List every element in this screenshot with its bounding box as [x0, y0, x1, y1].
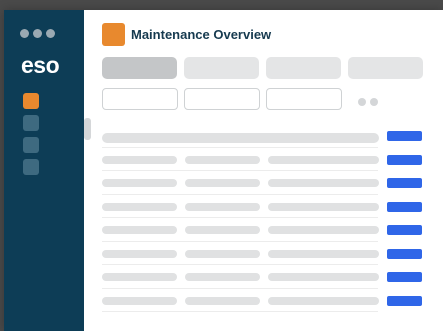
sidebar-item-4[interactable]	[23, 159, 39, 175]
table-cell-placeholder	[102, 296, 177, 305]
table-row[interactable]	[102, 218, 422, 242]
table-cell-placeholder	[268, 202, 379, 211]
window-controls	[20, 29, 55, 38]
maintenance-table	[102, 124, 422, 312]
table-header-placeholder	[102, 133, 379, 143]
row-action-button[interactable]	[387, 272, 422, 282]
row-action-button[interactable]	[387, 154, 422, 165]
filter-field-3[interactable]	[266, 88, 342, 110]
table-cell-placeholder	[185, 179, 260, 187]
row-action-button[interactable]	[387, 225, 422, 235]
table-row[interactable]	[102, 289, 422, 313]
table-cell-placeholder	[102, 155, 177, 164]
table-cell-placeholder	[185, 249, 260, 258]
row-action-button[interactable]	[387, 295, 422, 306]
table-row[interactable]	[102, 265, 422, 289]
row-action-button[interactable]	[387, 178, 422, 188]
table-cell-placeholder	[185, 273, 260, 281]
table-cell-placeholder	[102, 273, 177, 281]
table-header-row	[102, 124, 422, 148]
sidebar-item-3[interactable]	[23, 137, 39, 153]
window-dot-icon[interactable]	[46, 29, 55, 38]
table-cell-placeholder	[185, 296, 260, 305]
table-cell-placeholder	[268, 273, 379, 281]
sidebar: eso	[4, 10, 84, 331]
tab-bar	[102, 57, 423, 79]
table-cell-placeholder	[185, 226, 260, 234]
sidebar-item-2[interactable]	[23, 115, 39, 131]
table-row[interactable]	[102, 242, 422, 266]
eso-logo: eso	[21, 52, 60, 78]
tab-3[interactable]	[266, 57, 341, 79]
page-header: Maintenance Overview	[102, 23, 271, 46]
tab-4[interactable]	[348, 57, 423, 79]
table-cell-placeholder	[102, 179, 177, 187]
sidebar-resize-handle[interactable]	[84, 118, 91, 140]
table-cell-placeholder	[268, 155, 379, 164]
table-cell-placeholder	[102, 226, 177, 234]
sidebar-nav	[23, 93, 39, 181]
table-cell-placeholder	[268, 296, 379, 305]
filter-bar	[102, 88, 342, 110]
window-dot-icon[interactable]	[33, 29, 42, 38]
table-cell-placeholder	[102, 202, 177, 211]
row-action-button[interactable]	[387, 248, 422, 259]
tab-1[interactable]	[102, 57, 177, 79]
table-cell-placeholder	[268, 226, 379, 234]
table-cell-placeholder	[185, 155, 260, 164]
table-cell-placeholder	[268, 179, 379, 187]
pagination-dots	[358, 98, 378, 106]
table-row[interactable]	[102, 148, 422, 172]
page-title: Maintenance Overview	[131, 27, 272, 42]
app-window: eso Maintenance Overview	[4, 10, 443, 331]
table-row[interactable]	[102, 171, 422, 195]
pagination-dot-icon[interactable]	[370, 98, 378, 106]
filter-field-2[interactable]	[184, 88, 260, 110]
pagination-dot-icon[interactable]	[358, 98, 366, 106]
window-dot-icon[interactable]	[20, 29, 29, 38]
table-cell-placeholder	[185, 202, 260, 211]
tab-2[interactable]	[184, 57, 259, 79]
filter-field-1[interactable]	[102, 88, 178, 110]
table-cell-placeholder	[268, 249, 379, 258]
sidebar-item-1[interactable]	[23, 93, 39, 109]
row-action-button[interactable]	[387, 201, 422, 212]
table-header-action-button[interactable]	[387, 131, 422, 141]
table-cell-placeholder	[102, 249, 177, 258]
table-row[interactable]	[102, 195, 422, 219]
app-icon	[102, 23, 125, 46]
